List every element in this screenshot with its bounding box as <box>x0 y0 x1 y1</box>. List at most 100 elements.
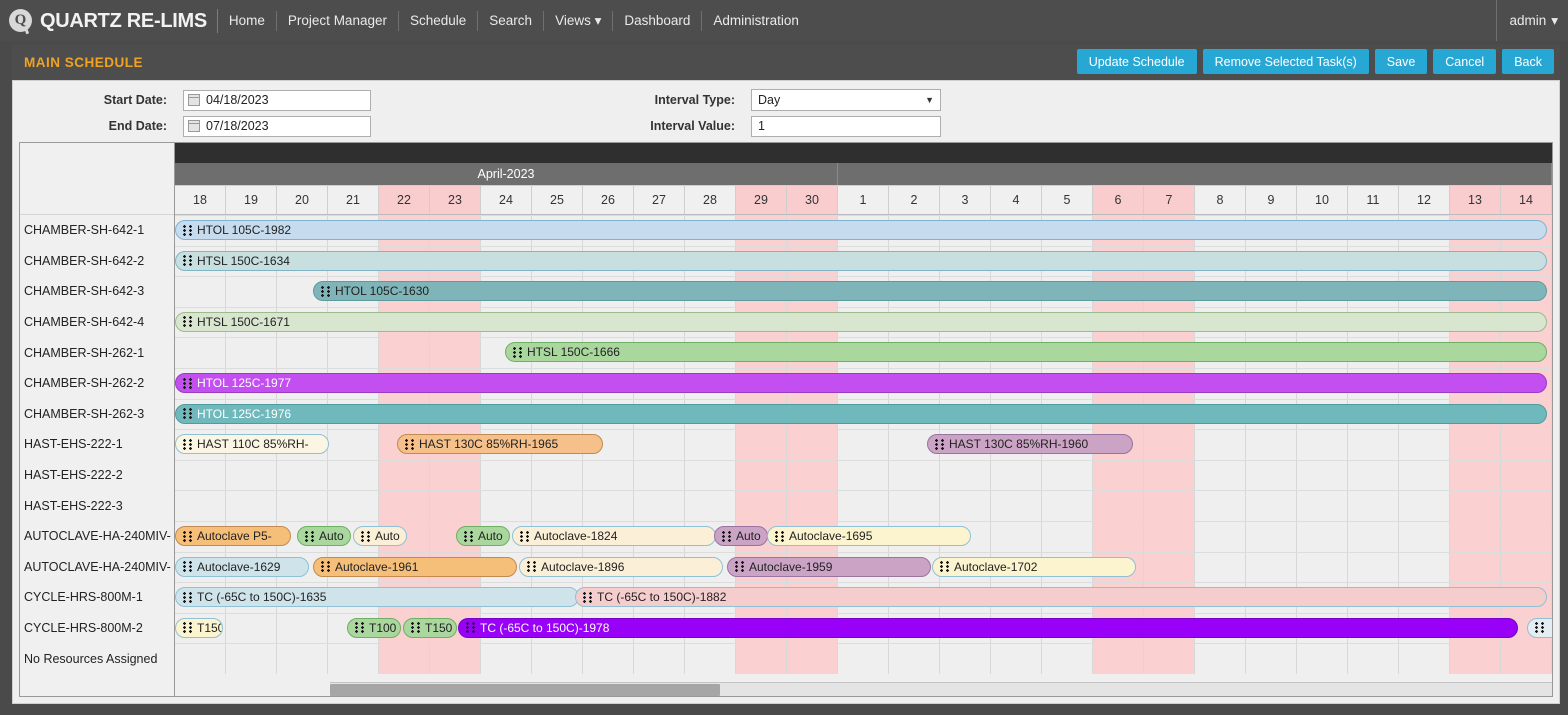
drag-handle-icon[interactable] <box>355 622 364 634</box>
resource-row-label[interactable]: CHAMBER-SH-642-1 <box>20 215 174 246</box>
drag-handle-icon[interactable] <box>305 530 314 542</box>
drag-handle-icon[interactable] <box>722 530 731 542</box>
end-date-input[interactable]: 07/18/2023 <box>183 115 371 137</box>
nav-item-administration[interactable]: Administration <box>702 11 810 31</box>
gantt-task-bar[interactable]: Autoclave-1695 <box>767 526 971 546</box>
resource-row-label[interactable]: CHAMBER-SH-642-4 <box>20 307 174 338</box>
gantt-task-bar[interactable]: Autoclave-1824 <box>512 526 716 546</box>
gantt-task-bar[interactable]: T150 <box>175 617 223 638</box>
calendar-icon[interactable] <box>188 94 200 106</box>
drag-handle-icon[interactable] <box>361 530 370 542</box>
nav-item-schedule[interactable]: Schedule <box>399 10 479 31</box>
drag-handle-icon[interactable] <box>411 622 420 634</box>
gantt-task-bar[interactable]: TC (-65C to 150C)-1635 <box>175 587 579 608</box>
remove-selected-tasks-button[interactable]: Remove Selected Task(s) <box>1202 49 1369 74</box>
resource-row-label[interactable]: AUTOCLAVE-HA-240MIV- <box>20 552 174 583</box>
drag-handle-icon[interactable] <box>183 316 192 328</box>
task-bar-label: Autoclave-1629 <box>197 559 281 574</box>
drag-handle-icon[interactable] <box>183 591 192 603</box>
resource-row-label[interactable]: CHAMBER-SH-262-1 <box>20 337 174 368</box>
gantt-task-bar[interactable]: Autoclave-1896 <box>519 556 723 577</box>
drag-handle-icon[interactable] <box>321 285 330 297</box>
gantt-task-bar[interactable]: Auto <box>714 526 768 546</box>
gantt-task-bar[interactable]: Auto <box>353 526 407 546</box>
interval-value-input[interactable]: 1 <box>751 115 941 137</box>
drag-handle-icon[interactable] <box>464 530 473 542</box>
resource-row-label[interactable]: CHAMBER-SH-642-2 <box>20 246 174 277</box>
gantt-task-bar[interactable]: HTOL 125C-1977 <box>175 373 1547 393</box>
drag-handle-icon[interactable] <box>183 224 192 236</box>
drag-handle-icon[interactable] <box>183 408 192 420</box>
back-button[interactable]: Back <box>1502 49 1554 74</box>
gantt-task-bar[interactable]: T150 <box>403 617 457 638</box>
nav-item-views[interactable]: Views ▾ <box>544 10 614 31</box>
gantt-task-bar[interactable]: HAST 130C 85%RH-1965 <box>397 434 603 455</box>
nav-item-dashboard[interactable]: Dashboard <box>613 10 703 31</box>
gantt-task-bar[interactable]: T100 <box>347 617 401 638</box>
resource-row-label[interactable]: CHAMBER-SH-262-2 <box>20 368 174 399</box>
calendar-icon[interactable] <box>188 120 200 132</box>
nav-item-search[interactable]: Search <box>478 10 545 31</box>
drag-handle-icon[interactable] <box>183 438 192 450</box>
horizontal-scrollbar[interactable] <box>330 682 1552 696</box>
gantt-task-bar[interactable]: HTOL 125C-1976 <box>175 403 1547 424</box>
drag-handle-icon[interactable] <box>405 438 414 450</box>
gantt-task-bar[interactable]: Autoclave-1959 <box>727 556 931 577</box>
drag-handle-icon[interactable] <box>466 622 475 634</box>
resource-row-label[interactable]: No Resources Assigned <box>20 643 174 674</box>
gantt-task-bar[interactable]: HTSL 150C-1671 <box>175 311 1547 332</box>
row-divider <box>175 276 1552 278</box>
drag-handle-icon[interactable] <box>183 561 192 573</box>
gantt-task-bar[interactable]: TC (-65C to 150C)-1978 <box>458 617 1518 638</box>
gantt-task-bar[interactable]: HAST 130C 85%RH-1960 <box>927 434 1133 455</box>
user-menu[interactable]: admin ▾ <box>1496 0 1558 41</box>
gantt-task-bar[interactable]: Autoclave-1702 <box>932 556 1136 577</box>
drag-handle-icon[interactable] <box>183 377 192 389</box>
task-bar-label: HAST 130C 85%RH-1965 <box>419 437 559 452</box>
resource-row-label[interactable]: CYCLE-HRS-800M-2 <box>20 613 174 644</box>
drag-handle-icon[interactable] <box>583 591 592 603</box>
gantt-task-bar[interactable]: Autoclave-1961 <box>313 556 517 577</box>
gantt-task-bar[interactable]: HTSL 150C-1666 <box>505 342 1547 363</box>
resource-row-label[interactable]: HAST-EHS-222-3 <box>20 490 174 521</box>
cancel-button[interactable]: Cancel <box>1433 49 1497 74</box>
gantt-task-bar[interactable]: HTOL 105C-1982 <box>175 220 1547 240</box>
interval-type-select[interactable]: Day ▼ <box>751 89 941 111</box>
drag-handle-icon[interactable] <box>183 622 192 634</box>
drag-handle-icon[interactable] <box>1535 622 1544 634</box>
drag-handle-icon[interactable] <box>735 561 744 573</box>
drag-handle-icon[interactable] <box>183 255 192 267</box>
drag-handle-icon[interactable] <box>775 530 784 542</box>
gantt-task-bar[interactable]: HTSL 150C-1634 <box>175 250 1547 271</box>
gantt-task-bar[interactable] <box>1527 617 1552 638</box>
resource-row-label[interactable]: CHAMBER-SH-642-3 <box>20 276 174 307</box>
nav-item-home[interactable]: Home <box>218 10 277 31</box>
interval-type-value: Day <box>758 93 781 107</box>
gantt-task-bar[interactable]: HAST 110C 85%RH- <box>175 434 329 455</box>
update-schedule-button[interactable]: Update Schedule <box>1076 49 1197 74</box>
drag-handle-icon[interactable] <box>183 530 192 542</box>
save-button[interactable]: Save <box>1374 49 1428 74</box>
resource-row-label[interactable]: HAST-EHS-222-2 <box>20 460 174 491</box>
gantt-task-bar[interactable]: Autoclave-1629 <box>175 556 309 577</box>
gantt-task-bar[interactable]: HTOL 105C-1630 <box>313 281 1547 302</box>
nav-item-project-manager[interactable]: Project Manager <box>277 10 399 31</box>
gantt-task-bar[interactable]: Auto <box>297 526 351 546</box>
resource-row-label[interactable]: CYCLE-HRS-800M-1 <box>20 582 174 613</box>
drag-handle-icon[interactable] <box>513 346 522 358</box>
resource-row-label[interactable]: AUTOCLAVE-HA-240MIV- <box>20 521 174 552</box>
task-bar-label: T150 <box>425 620 453 635</box>
drag-handle-icon[interactable] <box>527 561 536 573</box>
drag-handle-icon[interactable] <box>321 561 330 573</box>
resource-row-label[interactable]: CHAMBER-SH-262-3 <box>20 399 174 430</box>
gantt-task-bar[interactable]: TC (-65C to 150C)-1882 <box>575 587 1547 608</box>
gantt-task-bar[interactable]: Auto <box>456 526 510 546</box>
drag-handle-icon[interactable] <box>940 561 949 573</box>
drag-handle-icon[interactable] <box>520 530 529 542</box>
resource-row-label[interactable]: HAST-EHS-222-1 <box>20 429 174 460</box>
scrollbar-thumb[interactable] <box>330 684 720 696</box>
month-header-cell <box>838 163 1552 185</box>
start-date-input[interactable]: 04/18/2023 <box>183 89 371 111</box>
gantt-task-bar[interactable]: Autoclave P5- <box>175 526 291 546</box>
drag-handle-icon[interactable] <box>935 438 944 450</box>
